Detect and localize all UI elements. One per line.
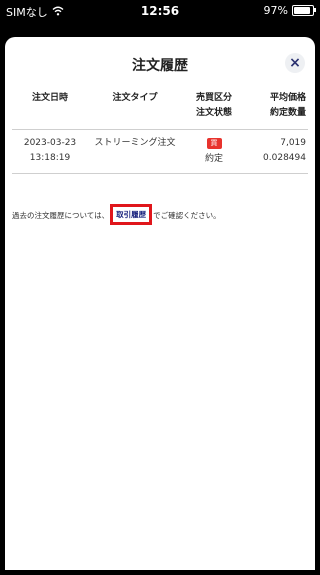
header-price: 平均価格 約定数量 [246, 89, 308, 130]
status-right: 97% [263, 4, 316, 17]
cell-price-qty: 7,019 0.028494 [246, 129, 308, 174]
header-date: 注文日時 [12, 89, 88, 130]
table-header-row: 注文日時 注文タイプ 売買区分 注文状態 平均価格 約定数量 [12, 89, 308, 130]
battery-icon [292, 5, 316, 16]
trade-history-link[interactable]: 取引履歴 [110, 204, 153, 225]
filled-quantity: 0.028494 [263, 153, 306, 163]
order-history-table: 注文日時 注文タイプ 売買区分 注文状態 平均価格 約定数量 2023-03-2… [12, 89, 308, 174]
order-history-sheet: 注文履歴 × 注文日時 注文タイプ 売買区分 注文状態 平均価格 約定数量 20… [5, 37, 315, 570]
header-side-line2: 注文状態 [195, 108, 232, 118]
header-price-line2: 約定数量 [269, 108, 306, 118]
order-date: 2023-03-23 [23, 138, 77, 148]
note-prefix: 過去の注文履歴については、 [12, 211, 110, 220]
history-note: 過去の注文履歴については、 取引履歴 でご確認ください。 [12, 204, 221, 226]
sheet-title: 注文履歴 [132, 58, 188, 74]
table-row[interactable]: 2023-03-23 13:18:19 ストリーミング注文 買 約定 7,019… [12, 129, 308, 174]
header-side-line1: 売買区分 [195, 93, 232, 103]
header-side: 売買区分 注文状態 [182, 89, 246, 130]
note-suffix: でご確認ください。 [153, 211, 221, 220]
close-button[interactable]: × [285, 53, 305, 73]
cell-side-status: 買 約定 [182, 129, 246, 174]
header-type: 注文タイプ [88, 89, 182, 130]
cell-datetime: 2023-03-23 13:18:19 [12, 129, 88, 174]
order-status: 約定 [204, 154, 223, 164]
status-bar: SIMなし 12:56 97% [0, 0, 320, 22]
app-frame: SIMなし 12:56 97% 注文履歴 × 注文日時 注文タイプ 売買区分 注… [0, 0, 320, 575]
buy-badge: 買 [206, 138, 222, 149]
battery-percent: 97% [263, 4, 288, 17]
avg-price: 7,019 [280, 138, 306, 148]
header-price-line1: 平均価格 [269, 93, 306, 103]
cell-order-type: ストリーミング注文 [88, 129, 182, 174]
order-time: 13:18:19 [29, 153, 71, 163]
